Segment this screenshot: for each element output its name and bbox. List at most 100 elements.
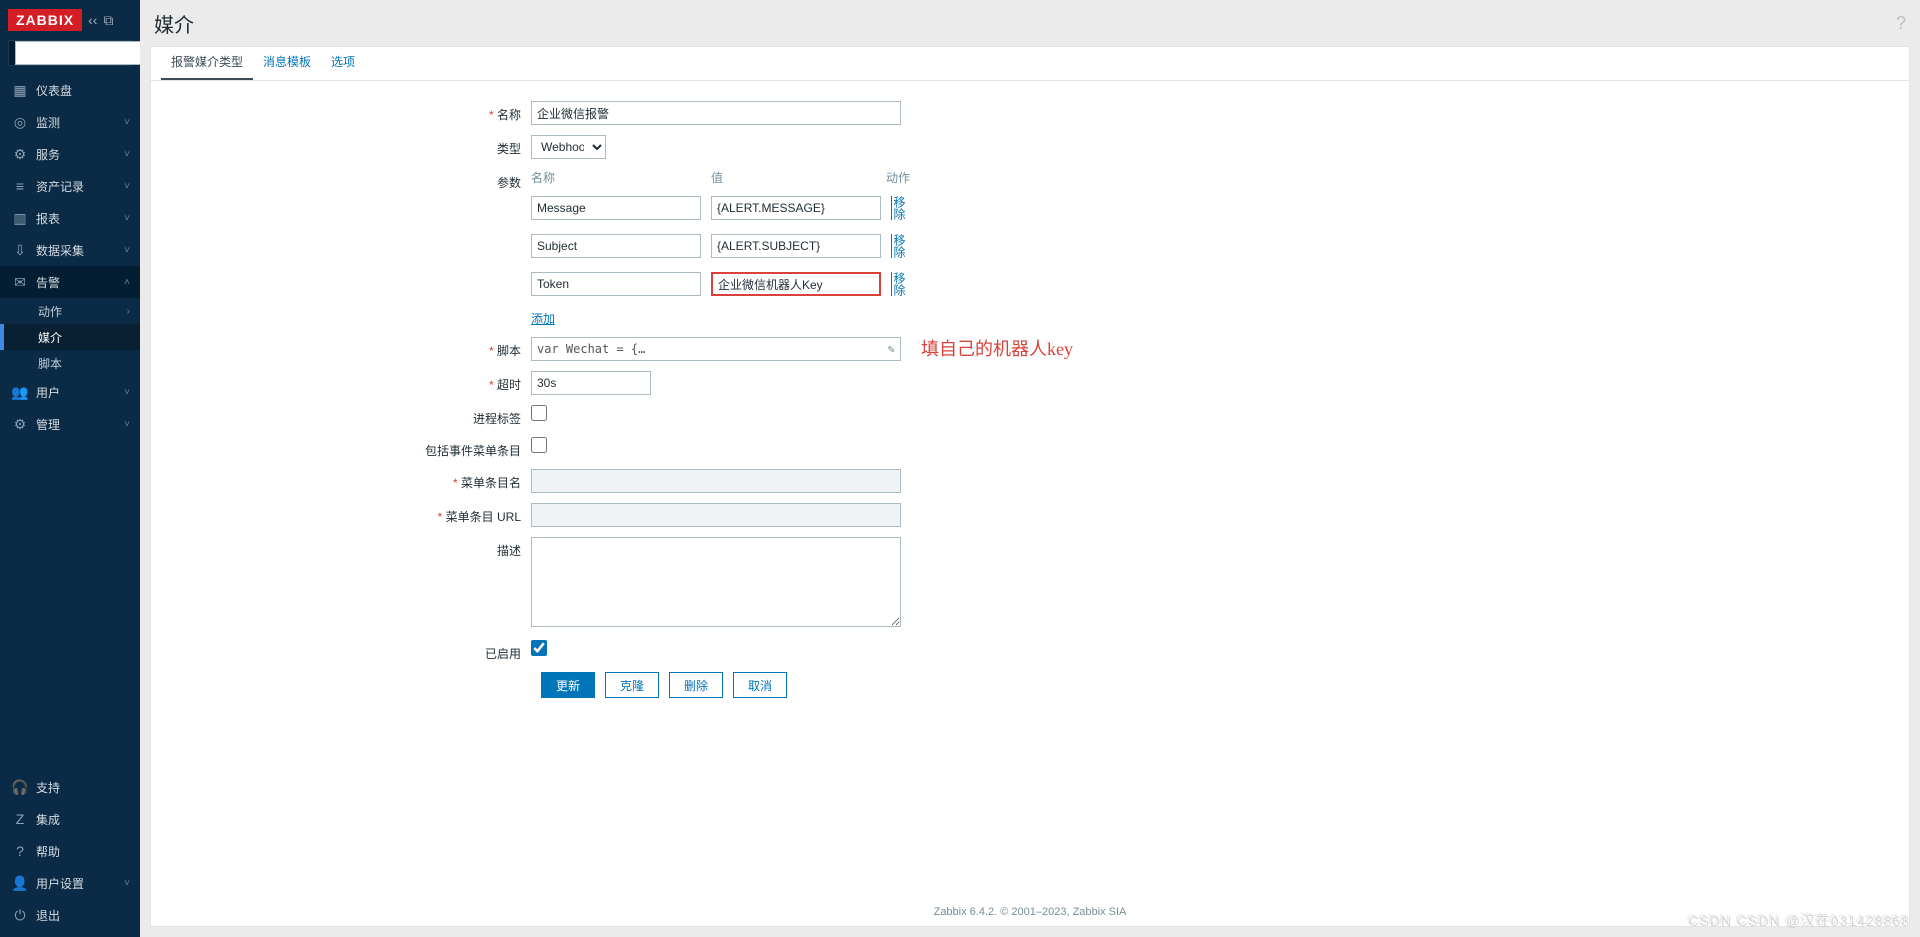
nav-label: 用户设置 (36, 875, 84, 892)
nav-item[interactable]: ▥ 报表 ˅ (0, 202, 140, 234)
nav-sub-item[interactable]: 媒介 (0, 324, 140, 350)
nav-label: 管理 (36, 416, 60, 433)
nav-icon: ⚙ (10, 416, 30, 433)
nav-label: 服务 (36, 146, 60, 163)
nav-label: 退出 (36, 907, 60, 924)
tab[interactable]: 报警媒介类型 (161, 45, 253, 80)
nav-icon: 👥 (10, 384, 30, 401)
collapse-icon[interactable]: ‹‹ (88, 12, 97, 28)
nav-icon: ⚙ (10, 146, 30, 163)
nav-bottom-item[interactable]: ?帮助 (0, 835, 140, 867)
nav-icon: ⏻ (10, 907, 30, 924)
clone-button[interactable]: 克隆 (605, 672, 659, 698)
label-desc: 描述 (161, 537, 531, 630)
nav-icon: ⇩ (10, 242, 30, 259)
timeout-input[interactable] (531, 371, 651, 395)
nav-label: 支持 (36, 779, 60, 796)
nav-icon: ◎ (10, 114, 30, 131)
nav-icon: Z (10, 811, 30, 827)
chevron-icon: ˅ (124, 213, 130, 224)
nav-item[interactable]: ⚙ 管理 ˅ (0, 408, 140, 440)
chevron-icon: ˅ (124, 117, 130, 128)
param-remove-link[interactable]: 移除 (891, 234, 905, 258)
tab[interactable]: 选项 (321, 45, 365, 80)
label-menu-name: 菜单条目名 (161, 469, 531, 493)
cancel-button[interactable]: 取消 (733, 672, 787, 698)
nav-label: 报表 (36, 210, 60, 227)
nav-label: 用户 (36, 384, 60, 401)
nav-item[interactable]: 👥用户˅ (0, 376, 140, 408)
chevron-icon: ˅ (124, 419, 130, 430)
param-name-input[interactable] (531, 272, 701, 296)
param-value-input[interactable] (711, 196, 881, 220)
param-value-input[interactable] (711, 272, 881, 296)
nav-sub-item[interactable]: 脚本 (0, 350, 140, 376)
nav-item[interactable]: ⚙ 服务 ˅ (0, 138, 140, 170)
include-menu-checkbox[interactable] (531, 437, 547, 453)
page-header: 媒介 ? (140, 0, 1920, 46)
nav-label: 资产记录 (36, 178, 84, 195)
label-params: 参数 (161, 169, 531, 327)
nav-label: 媒介 (38, 329, 62, 346)
label-include-menu: 包括事件菜单条目 (161, 437, 531, 459)
proctag-checkbox[interactable] (531, 405, 547, 421)
param-value-input[interactable] (711, 234, 881, 258)
nav-item[interactable]: ◎ 监测 ˅ (0, 106, 140, 138)
param-row: 移除 (531, 196, 916, 220)
media-form: 名称 类型 Webhook 参数 名称 值 动作 移除移除移 (151, 81, 1909, 718)
sidebar-top: ZABBIX ‹‹ ⧉ (0, 0, 140, 40)
nav-item[interactable]: ≡资产记录˅ (0, 170, 140, 202)
nav-bottom-item[interactable]: ⏻ 退出 (0, 899, 140, 931)
nav-item[interactable]: ✉告警˄ (0, 266, 140, 298)
nav-sub-item[interactable]: 动作 › (0, 298, 140, 324)
chevron-icon: ˄ (124, 277, 130, 288)
tab[interactable]: 消息模板 (253, 45, 321, 80)
nav-label: 脚本 (38, 355, 62, 372)
sidebar-search[interactable]: 🔍 (8, 40, 132, 66)
help-icon[interactable]: ? (1896, 13, 1906, 34)
label-script: 脚本 (161, 337, 531, 361)
param-remove-link[interactable]: 移除 (891, 196, 905, 220)
edit-script-icon[interactable]: ✎ (888, 342, 895, 356)
menu-icon[interactable]: ⧉ (103, 12, 113, 29)
nav-label: 动作 (38, 303, 62, 320)
menu-url-input (531, 503, 901, 527)
nav-bottom-item[interactable]: 👤用户设置˅ (0, 867, 140, 899)
add-param-link[interactable]: 添加 (531, 312, 555, 326)
footer: Zabbix 6.4.2. © 2001–2023, Zabbix SIA (151, 906, 1909, 918)
param-header: 名称 值 动作 (531, 169, 916, 186)
update-button[interactable]: 更新 (541, 672, 595, 698)
chevron-icon: ˅ (124, 245, 130, 256)
script-input[interactable]: var Wechat = {… ✎ (531, 337, 901, 361)
chevron-icon: ˅ (124, 149, 130, 160)
enabled-checkbox[interactable] (531, 640, 547, 656)
type-select[interactable]: Webhook (531, 135, 606, 159)
nav-icon: ▥ (10, 210, 30, 227)
name-input[interactable] (531, 101, 901, 125)
nav-bottom-item[interactable]: Z 集成 (0, 803, 140, 835)
label-type: 类型 (161, 135, 531, 159)
nav-item[interactable]: ⇩数据采集˅ (0, 234, 140, 266)
param-row: 移除 (531, 234, 916, 258)
label-proctag: 进程标签 (161, 405, 531, 427)
param-name-input[interactable] (531, 234, 701, 258)
delete-button[interactable]: 删除 (669, 672, 723, 698)
param-remove-link[interactable]: 移除 (891, 272, 905, 296)
nav-label: 告警 (36, 274, 60, 291)
desc-textarea[interactable] (531, 537, 901, 627)
param-name-input[interactable] (531, 196, 701, 220)
main: 媒介 ? 报警媒介类型消息模板选项 名称 类型 Webhook 参数 (140, 0, 1920, 937)
content-box: 报警媒介类型消息模板选项 名称 类型 Webhook 参数 名称 值 (150, 46, 1910, 927)
nav-icon: ≡ (10, 178, 30, 194)
form-buttons: 更新 克隆 删除 取消 (541, 672, 1899, 698)
nav-label: 集成 (36, 811, 60, 828)
nav-icon: ▦ (10, 82, 30, 99)
nav-bottom-item[interactable]: 🎧支持 (0, 771, 140, 803)
watermark: CSDN CSDN @汉在031428868 (1689, 911, 1910, 931)
label-menu-url: 菜单条目 URL (161, 503, 531, 527)
nav-label: 帮助 (36, 843, 60, 860)
chevron-icon: › (127, 306, 130, 317)
brand-logo[interactable]: ZABBIX (8, 9, 82, 31)
nav-label: 监测 (36, 114, 60, 131)
nav-item[interactable]: ▦仪表盘 (0, 74, 140, 106)
